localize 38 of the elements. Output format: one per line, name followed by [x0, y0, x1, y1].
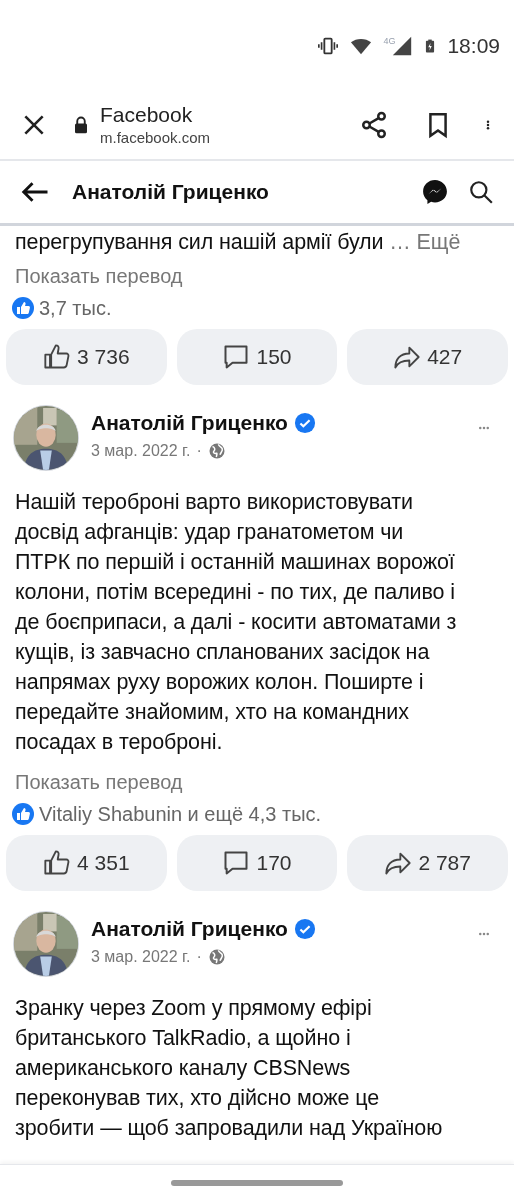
- like-button[interactable]: 4 351: [6, 835, 167, 891]
- separator-dot: ·: [196, 947, 202, 967]
- thumbs-up-icon: [43, 849, 72, 877]
- thumbs-up-icon: [43, 343, 72, 371]
- search-icon: [468, 179, 494, 205]
- post-text: Зранку через Zoom у прямому ефірі британського TalkRadio, а щойно і американського каналу CBSNews переконував тих, хто дійсно може це зробити — щоб запровадили над Україною: [14, 995, 444, 1142]
- separator-dot: ·: [196, 441, 202, 461]
- globe-icon: [207, 948, 226, 966]
- post-date[interactable]: 3 мар. 2022 г.: [91, 439, 191, 463]
- share-button[interactable]: 2 787: [347, 835, 508, 891]
- show-translation-link[interactable]: Показать перевод: [6, 767, 192, 797]
- show-translation-link[interactable]: Показать перевод: [6, 261, 192, 291]
- like-button[interactable]: 3 736: [6, 329, 167, 385]
- author-name[interactable]: Анатолій Гриценко: [91, 916, 288, 942]
- gesture-bar[interactable]: [171, 1179, 343, 1186]
- see-more-link[interactable]: … Ещё: [389, 230, 461, 254]
- search-button[interactable]: [468, 179, 494, 205]
- reaction-count[interactable]: 3,7 тыс.: [39, 293, 112, 323]
- page-url: m.facebook.com: [100, 127, 212, 148]
- share-button[interactable]: 427: [347, 329, 508, 385]
- reaction-count[interactable]: Vitaliy Shabunin и ещё 4,3 тыс.: [39, 799, 322, 829]
- post-date[interactable]: 3 мар. 2022 г.: [91, 945, 191, 969]
- messenger-icon: [422, 179, 448, 205]
- comment-button[interactable]: 170: [176, 835, 338, 891]
- author-name[interactable]: Анатолій Гриценко: [91, 410, 288, 436]
- post-text: перегрупування сил нашій армії були … Ещё: [14, 229, 462, 256]
- vibrate-icon: [317, 35, 340, 57]
- messenger-button[interactable]: [422, 179, 448, 205]
- share-icon: [359, 109, 389, 140]
- globe-icon: [207, 442, 226, 460]
- clock: 18:09: [447, 33, 500, 60]
- like-reaction-icon: [11, 802, 35, 826]
- network-type: 4G: [383, 35, 396, 48]
- page-title: Facebook: [100, 101, 194, 128]
- comment-button[interactable]: 150: [176, 329, 338, 385]
- post-text: Нашій тероброні варто використовувати досвід афганців: удар гранатометом чи ПТРК по першій і останній машинах ворожої колони, потім всередині - по тих, де паливо і де боєприпаси, а далі - косити автоматами з кущів, із завчасно спланованих засідок на напрямах руху ворожих колон. Поширте і передайте знайомим, хто на командних посадах в тероброні.: [14, 489, 458, 756]
- profile-name-title: Анатолій Гриценко: [72, 179, 270, 206]
- like-reaction-icon: [11, 296, 35, 320]
